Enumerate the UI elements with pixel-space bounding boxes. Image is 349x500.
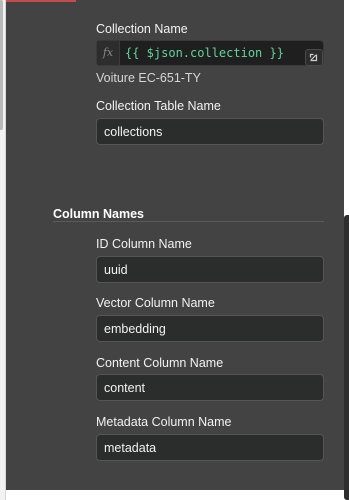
vector-column-name-label: Vector Column Name (96, 296, 215, 310)
content-column-name-input[interactable]: content (96, 374, 324, 401)
id-column-name-input[interactable]: uuid (96, 256, 324, 283)
open-in-editor-button[interactable] (305, 49, 323, 66)
fx-icon: fx (97, 41, 120, 65)
panel-scrollbar-thumb[interactable] (344, 215, 349, 500)
metadata-column-name-label: Metadata Column Name (96, 415, 232, 429)
open-in-editor-icon (309, 53, 318, 62)
column-names-section-title: Column Names (53, 207, 144, 221)
content-column-name-label: Content Column Name (96, 356, 224, 370)
collection-name-expression-field[interactable]: fx {{ $json.collection }} (96, 40, 324, 66)
collection-table-name-input[interactable]: collections (96, 118, 324, 145)
panel-bottom-edge (6, 490, 344, 500)
collection-table-name-label: Collection Table Name (96, 99, 221, 113)
collection-name-expression[interactable]: {{ $json.collection }} (125, 41, 284, 65)
id-column-name-label: ID Column Name (96, 237, 192, 251)
collection-name-label: Collection Name (96, 22, 188, 36)
vector-column-name-input[interactable]: embedding (96, 315, 324, 342)
app-frame: Collection Name fx {{ $json.collection }… (0, 0, 349, 500)
active-tab-indicator (6, 0, 76, 2)
left-scrollbar-thumb[interactable] (0, 0, 3, 130)
metadata-column-name-input[interactable]: metadata (96, 434, 324, 461)
collection-name-resolved-value: Voiture EC-651-TY (96, 71, 201, 85)
section-divider (53, 221, 324, 222)
